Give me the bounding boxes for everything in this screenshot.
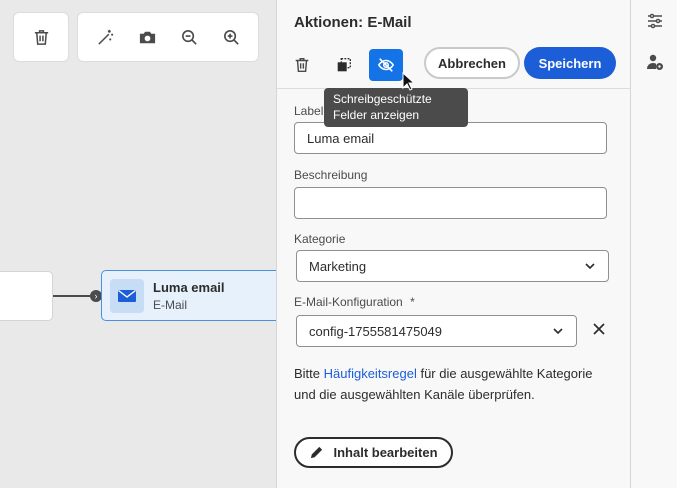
edit-content-button[interactable]: Inhalt bearbeiten <box>294 437 453 468</box>
node-connector <box>53 295 93 297</box>
delete-action-button[interactable] <box>285 49 319 81</box>
pencil-icon <box>311 446 323 459</box>
email-action-node[interactable]: Luma email E-Mail <box>101 270 276 321</box>
duplicate-action-button[interactable] <box>327 49 361 81</box>
category-select[interactable]: Marketing <box>296 250 609 282</box>
trash-icon[interactable] <box>26 22 56 52</box>
user-settings-button[interactable] <box>644 51 666 73</box>
email-config-value: config-1755581475049 <box>309 323 443 339</box>
zoom-in-icon[interactable] <box>216 22 246 52</box>
save-button[interactable]: Speichern <box>524 47 616 79</box>
zoom-out-icon[interactable] <box>174 22 204 52</box>
duplicate-icon <box>337 58 351 72</box>
label-field-label: Label <box>294 104 324 118</box>
chevron-down-icon <box>584 260 596 272</box>
category-field-label: Kategorie <box>294 232 346 246</box>
category-value: Marketing <box>309 258 367 274</box>
eye-slash-icon <box>377 58 395 72</box>
magic-wand-icon[interactable] <box>90 22 120 52</box>
node-title: Luma email <box>153 279 225 295</box>
email-config-select[interactable]: config-1755581475049 <box>296 315 577 347</box>
frequency-rule-link[interactable]: Häufigkeitsregel <box>324 366 417 381</box>
description-field-label: Beschreibung <box>294 168 368 182</box>
sliders-icon <box>648 13 662 29</box>
mouse-pointer-icon <box>402 72 416 91</box>
previous-node[interactable] <box>0 271 53 321</box>
journey-canvas: › Luma email E-Mail <box>0 0 276 488</box>
email-config-field-label: E-Mail-Konfiguration * <box>294 295 415 309</box>
cancel-button[interactable]: Abbrechen <box>424 47 520 79</box>
trash-icon <box>295 57 309 73</box>
close-icon <box>593 323 605 335</box>
properties-toggle[interactable] <box>644 10 666 32</box>
right-rail <box>631 0 677 488</box>
tooltip: Schreibgeschützte Felder anzeigen <box>324 88 468 127</box>
canvas-toolbar-delete <box>13 12 69 62</box>
envelope-icon <box>110 278 144 313</box>
action-properties-panel: Aktionen: E-Mail Abbrechen Speichern Sch… <box>276 0 631 488</box>
user-gear-icon <box>647 54 663 70</box>
frequency-rule-info: Bitte Häufigkeitsregel für die ausgewähl… <box>294 366 593 402</box>
canvas-toolbar-tools <box>77 12 259 62</box>
chevron-down-icon <box>552 325 564 337</box>
node-subtitle: E-Mail <box>153 297 188 312</box>
panel-title: Aktionen: E-Mail <box>294 14 412 31</box>
show-readonly-fields-toggle[interactable] <box>369 49 403 81</box>
required-marker: * <box>410 295 415 309</box>
camera-icon[interactable] <box>132 22 162 52</box>
clear-config-button[interactable] <box>590 320 608 338</box>
description-input[interactable] <box>294 187 607 219</box>
